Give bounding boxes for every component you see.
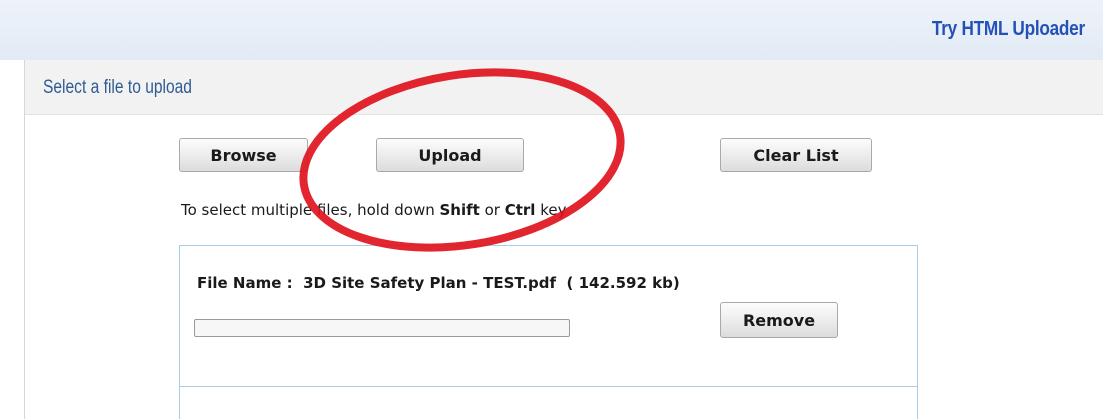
top-bar: Try HTML Uploader <box>0 0 1103 60</box>
hint-key-ctrl: Ctrl <box>504 201 536 219</box>
file-name: 3D Site Safety Plan - TEST.pdf <box>303 274 557 292</box>
clear-list-button[interactable]: Clear List <box>720 138 872 172</box>
hint-prefix: To select multiple files, hold down <box>181 201 440 219</box>
upload-progress-bar <box>194 319 570 337</box>
file-list-box: File Name : 3D Site Safety Plan - TEST.p… <box>179 245 918 419</box>
browse-button[interactable]: Browse <box>179 138 308 172</box>
panel-title: Select a file to upload <box>43 77 192 98</box>
upload-button[interactable]: Upload <box>376 138 524 172</box>
try-html-uploader-link[interactable]: Try HTML Uploader <box>932 18 1085 41</box>
hint-suffix: key <box>535 201 567 219</box>
remove-button[interactable]: Remove <box>720 302 838 338</box>
hint-middle: or <box>479 201 505 219</box>
file-size: ( 142.592 kb) <box>566 274 680 292</box>
file-entry-label: File Name : 3D Site Safety Plan - TEST.p… <box>197 274 680 292</box>
hint-key-shift: Shift <box>439 201 480 219</box>
file-name-label: File Name : <box>197 274 293 292</box>
multi-select-hint: To select multiple files, hold down Shif… <box>181 201 566 219</box>
panel-header: Select a file to upload <box>25 60 1103 115</box>
file-box-divider <box>180 386 917 387</box>
